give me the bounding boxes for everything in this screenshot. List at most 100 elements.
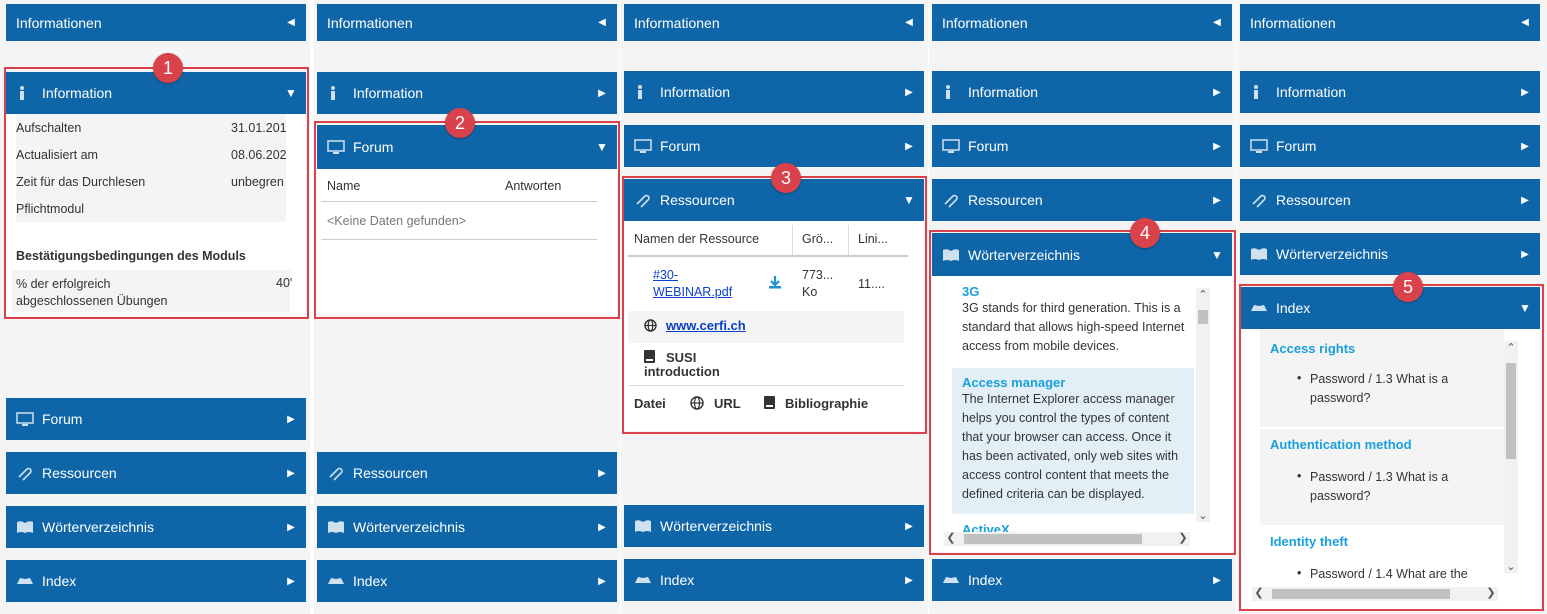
open-book-icon — [942, 571, 964, 589]
chevron-right-icon: ▶ — [598, 575, 606, 587]
book-icon — [634, 517, 656, 535]
paperclip-icon — [634, 191, 656, 209]
ressourcen-col-size[interactable]: Grö... — [802, 232, 833, 246]
collapse-left-icon: ◀ — [1521, 17, 1529, 28]
information-panel: Aufschalten 31.01.201 Actualisiert am 08.0… — [6, 114, 306, 316]
resource-biblio[interactable]: SUSI introduction — [644, 351, 764, 379]
section-information[interactable]: Information ▶ — [317, 72, 617, 114]
callout-badge-5: 5 — [1393, 272, 1423, 302]
section-index[interactable]: Index ▶ — [317, 560, 617, 602]
info-icon — [1250, 83, 1272, 101]
section-ressourcen[interactable]: Ressourcen ▶ — [6, 452, 306, 494]
filter-bibliographie[interactable]: Bibliographie — [785, 396, 868, 411]
section-forum[interactable]: Forum ▶ — [932, 125, 1232, 167]
forum-col-name[interactable]: Name — [327, 179, 360, 193]
informationen-header[interactable]: Informationen ◀ — [624, 4, 924, 41]
section-index[interactable]: Index ▶ — [6, 560, 306, 602]
chevron-right-icon: ▶ — [1213, 194, 1221, 206]
informationen-header[interactable]: Informationen ◀ — [317, 4, 617, 41]
horizontal-scrollbar[interactable]: ❮ ❯ — [1252, 587, 1498, 601]
download-icon[interactable] — [768, 275, 782, 292]
section-forum[interactable]: Forum ▶ — [624, 125, 924, 167]
section-forum[interactable]: Forum ▶ — [6, 398, 306, 440]
ressourcen-col-link[interactable]: Lini... — [858, 232, 888, 246]
section-ressourcen[interactable]: Ressourcen ▶ — [317, 452, 617, 494]
book-icon — [1250, 245, 1272, 263]
section-information[interactable]: Information ▶ — [624, 71, 924, 113]
chevron-right-icon: ▶ — [287, 521, 295, 533]
conditions-title: Bestätigungsbedingungen des Moduls — [16, 249, 246, 263]
paperclip-icon — [1250, 191, 1272, 209]
resource-file-date: 11.... — [858, 277, 885, 291]
condition-row: % der erfolgreich abgeschlossenen Übunge… — [12, 270, 292, 312]
monitor-icon — [942, 137, 964, 155]
collapse-left-icon: ◀ — [598, 17, 606, 28]
callout-badge-2: 2 — [445, 108, 475, 138]
forum-col-answers[interactable]: Antworten — [505, 179, 561, 193]
scroll-thumb[interactable] — [1272, 589, 1450, 599]
collapse-left-icon: ◀ — [1213, 17, 1221, 28]
index-panel: Access rights • Password / 1.3 What is a… — [1240, 329, 1540, 609]
open-book-icon — [16, 572, 38, 590]
section-ressourcen[interactable]: Ressourcen ▶ — [932, 179, 1232, 221]
chevron-right-icon: ▶ — [287, 575, 295, 587]
glossary-panel: 3G 3G stands for third generation. This … — [932, 276, 1232, 552]
glossary-entry[interactable]: Access manager The Internet Explorer acc… — [952, 368, 1194, 514]
index-entry[interactable]: Authentication method • Password / 1.3 W… — [1260, 429, 1504, 525]
vertical-scrollbar[interactable]: ⌃ ⌄ — [1504, 341, 1518, 573]
open-book-icon — [1250, 299, 1272, 317]
scroll-thumb[interactable] — [964, 534, 1142, 544]
monitor-icon — [16, 410, 38, 428]
scroll-thumb[interactable] — [1506, 363, 1516, 459]
info-icon — [327, 84, 349, 102]
book-icon — [764, 396, 775, 412]
ressourcen-col-name[interactable]: Namen der Ressource — [634, 232, 759, 246]
section-information[interactable]: Information ▶ — [932, 71, 1232, 113]
section-information[interactable]: Information ▶ — [1240, 71, 1540, 113]
filter-url[interactable]: URL — [714, 396, 741, 411]
callout-badge-4: 4 — [1130, 218, 1160, 248]
resource-url-link[interactable]: www.cerfi.ch — [666, 318, 746, 333]
section-index[interactable]: Index ▶ — [624, 559, 924, 601]
scroll-thumb[interactable] — [1198, 310, 1208, 324]
forum-panel: Name Antworten <Keine Daten gefunden> — [317, 169, 617, 315]
chevron-right-icon: ▶ — [598, 521, 606, 533]
informationen-header[interactable]: Informationen ◀ — [6, 4, 306, 41]
section-woerterverzeichnis[interactable]: Wörterverzeichnis ▶ — [624, 505, 924, 547]
resource-file-link[interactable]: #30-WEBINAR.pdf — [653, 267, 733, 301]
section-woerterverzeichnis[interactable]: Wörterverzeichnis ▶ — [6, 506, 306, 548]
globe-icon — [644, 319, 657, 335]
globe-icon — [690, 396, 704, 413]
index-entry[interactable]: Identity theft • Password / 1.4 What are… — [1260, 527, 1504, 583]
open-book-icon — [634, 571, 656, 589]
section-index[interactable]: Index ▼ — [1240, 287, 1540, 329]
chevron-right-icon: ▶ — [1521, 248, 1529, 260]
section-forum[interactable]: Forum ▶ — [1240, 125, 1540, 167]
index-entry[interactable]: Access rights • Password / 1.3 What is a… — [1260, 329, 1504, 427]
collapse-left-icon: ◀ — [905, 17, 913, 28]
section-ressourcen[interactable]: Ressourcen ▶ — [1240, 179, 1540, 221]
section-woerterverzeichnis[interactable]: Wörterverzeichnis ▼ — [932, 233, 1232, 276]
section-information[interactable]: Information ▼ — [6, 72, 306, 114]
resource-file-size: 773... Ko — [802, 268, 834, 299]
chevron-right-icon: ▶ — [598, 87, 606, 99]
informationen-header[interactable]: Informationen ◀ — [932, 4, 1232, 41]
monitor-icon — [327, 138, 349, 156]
glossary-entry[interactable]: 3G 3G stands for third generation. This … — [952, 284, 1190, 356]
chevron-right-icon: ▶ — [1213, 86, 1221, 98]
section-woerterverzeichnis[interactable]: Wörterverzeichnis ▶ — [1240, 233, 1540, 275]
vertical-scrollbar[interactable]: ⌃ ⌄ — [1196, 288, 1210, 522]
chevron-down-icon: ▼ — [596, 140, 608, 154]
chevron-right-icon: ▶ — [905, 520, 913, 532]
informationen-header[interactable]: Informationen ◀ — [1240, 4, 1540, 41]
horizontal-scrollbar[interactable]: ❮ ❯ — [944, 532, 1190, 546]
chevron-right-icon: ▶ — [1521, 140, 1529, 152]
chevron-right-icon: ▶ — [1213, 140, 1221, 152]
callout-badge-1: 1 — [153, 53, 183, 83]
paperclip-icon — [16, 464, 38, 482]
chevron-right-icon: ▶ — [287, 413, 295, 425]
section-index[interactable]: Index ▶ — [932, 559, 1232, 601]
ressourcen-panel: Namen der Ressource Grö... Lini... #30-W… — [624, 221, 924, 431]
filter-file[interactable]: Datei — [634, 396, 666, 411]
section-woerterverzeichnis[interactable]: Wörterverzeichnis ▶ — [317, 506, 617, 548]
